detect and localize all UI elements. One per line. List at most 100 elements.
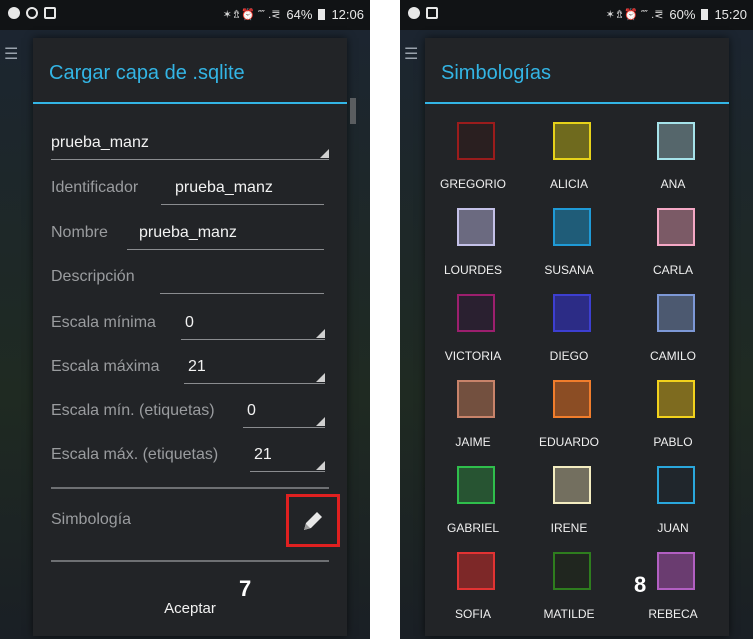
symbology-name: JUAN [657, 521, 689, 535]
notification-icons [408, 7, 438, 19]
color-swatch [657, 466, 695, 504]
color-swatch [657, 552, 695, 590]
load-layer-dialog: Cargar capa de .sqlite prueba_manz Ident… [33, 38, 347, 636]
symbology-item[interactable]: ALICIA [521, 122, 617, 202]
max-scale-value: 21 [188, 358, 206, 375]
system-status: ✶⇯⏰ ⁗ .⪙ 60% 15:20 [606, 7, 747, 22]
edit-symbology-button[interactable] [286, 494, 340, 547]
battery-level: 64% [286, 7, 313, 22]
select-underline [250, 471, 325, 472]
color-swatch [657, 380, 695, 418]
step-number: 7 [239, 576, 252, 601]
min-scale-label: Escala mínima [51, 314, 156, 331]
dropdown-arrow-icon [316, 329, 325, 338]
max-scale-select[interactable]: 21 [184, 358, 325, 384]
signal-icons: ✶⇯⏰ ⁗ .⪙ [605, 9, 664, 21]
min-scale-select[interactable]: 0 [181, 314, 325, 340]
symbology-item[interactable]: CARLA [625, 208, 721, 288]
input-underline [161, 204, 324, 205]
symbology-item[interactable]: EDUARDO [521, 380, 617, 460]
min-scale-value: 0 [185, 314, 194, 331]
symbology-name: CARLA [652, 263, 693, 277]
status-bar: ✶⇯⏰ ⁗ .⪙ 64% 12:06 [0, 0, 370, 30]
color-swatch [657, 294, 695, 332]
symbology-label: Simbología [51, 511, 132, 528]
symbology-item[interactable]: PABLO [625, 380, 721, 460]
color-swatch [553, 122, 591, 160]
symbology-item[interactable]: CAMILO [625, 294, 721, 374]
layer-select[interactable]: prueba_manz [51, 134, 329, 160]
color-swatch [457, 552, 495, 590]
max-scale-label: Escala máxima [51, 358, 160, 375]
select-underline [243, 427, 325, 428]
symbology-item[interactable]: JAIME [425, 380, 521, 460]
section-divider [51, 487, 329, 489]
dialog-title: Cargar capa de .sqlite [49, 62, 245, 84]
signal-icons: ✶⇯⏰ ⁗ .⪙ [222, 9, 281, 21]
symbology-name: SUSANA [544, 263, 594, 277]
symbology-item[interactable]: DIEGO [521, 294, 617, 374]
name-label: Nombre [51, 224, 108, 241]
symbology-item[interactable]: ANA [625, 122, 721, 202]
color-swatch [457, 466, 495, 504]
section-divider [51, 560, 329, 562]
symbology-item[interactable]: GABRIEL [425, 466, 521, 546]
status-bar: ✶⇯⏰ ⁗ .⪙ 60% 15:20 [400, 0, 753, 30]
color-swatch [553, 380, 591, 418]
symbology-name: GREGORIO [439, 177, 506, 191]
min-label-scale-label: Escala mín. (etiquetas) [51, 402, 215, 419]
max-label-scale-value: 21 [254, 446, 272, 463]
info-icon [408, 7, 420, 19]
symbology-name: MATILDE [543, 607, 595, 621]
identifier-value: prueba_manz [175, 179, 273, 196]
symbology-item[interactable]: VICTORIA [425, 294, 521, 374]
background-scroll-hint [350, 98, 356, 124]
symbology-name: SOFIA [454, 607, 491, 621]
accept-button[interactable]: Aceptar [33, 600, 347, 617]
whatsapp-icon [26, 7, 38, 19]
left-phone-screen: ✶⇯⏰ ⁗ .⪙ 64% 12:06 ☰ Cargar capa de .sql… [0, 0, 370, 639]
symbology-item[interactable]: JUAN [625, 466, 721, 546]
symbology-name: GABRIEL [446, 521, 500, 535]
menu-icon[interactable]: ☰ [4, 44, 18, 64]
max-label-scale-select[interactable]: 21 [250, 446, 325, 472]
symbologies-dialog: Simbologías GREGORIO ALICIA ANA LOURDES SUSA… [425, 38, 729, 636]
symbology-item[interactable]: GREGORIO [425, 122, 521, 202]
clock: 15:20 [714, 7, 747, 22]
select-underline [184, 383, 325, 384]
dropdown-arrow-icon [320, 149, 329, 158]
image-icon [44, 7, 56, 19]
system-status: ✶⇯⏰ ⁗ .⪙ 64% 12:06 [223, 7, 364, 22]
info-icon [8, 7, 20, 19]
step-number: 8 [634, 572, 647, 597]
min-label-scale-select[interactable]: 0 [243, 402, 325, 428]
select-underline [51, 159, 329, 160]
clock: 12:06 [331, 7, 364, 22]
description-label: Descripción [51, 268, 135, 285]
name-input[interactable]: prueba_manz [127, 224, 324, 250]
name-value: prueba_manz [139, 224, 237, 241]
color-swatch [553, 208, 591, 246]
symbology-item[interactable]: MATILDE [521, 552, 617, 632]
symbology-name: JAIME [455, 435, 491, 449]
symbology-name: REBECA [648, 607, 698, 621]
symbology-item[interactable]: SUSANA [521, 208, 617, 288]
color-swatch [553, 294, 591, 332]
description-input[interactable] [160, 268, 324, 294]
max-label-scale-label: Escala máx. (etiquetas) [51, 446, 219, 463]
symbology-item[interactable]: SOFIA [425, 552, 521, 632]
symbology-item[interactable]: IRENE [521, 466, 617, 546]
menu-icon[interactable]: ☰ [404, 44, 418, 64]
symbology-item[interactable]: LOURDES [425, 208, 521, 288]
identifier-label: Identificador [51, 179, 139, 196]
symbology-name: DIEGO [549, 349, 589, 363]
identifier-input[interactable]: prueba_manz [161, 179, 324, 205]
battery-level: 60% [669, 7, 696, 22]
color-swatch [657, 208, 695, 246]
symbology-name: EDUARDO [538, 435, 599, 449]
dropdown-arrow-icon [316, 461, 325, 470]
color-swatch [457, 122, 495, 160]
color-swatch [553, 552, 591, 590]
color-swatch [457, 294, 495, 332]
input-underline [127, 249, 324, 250]
